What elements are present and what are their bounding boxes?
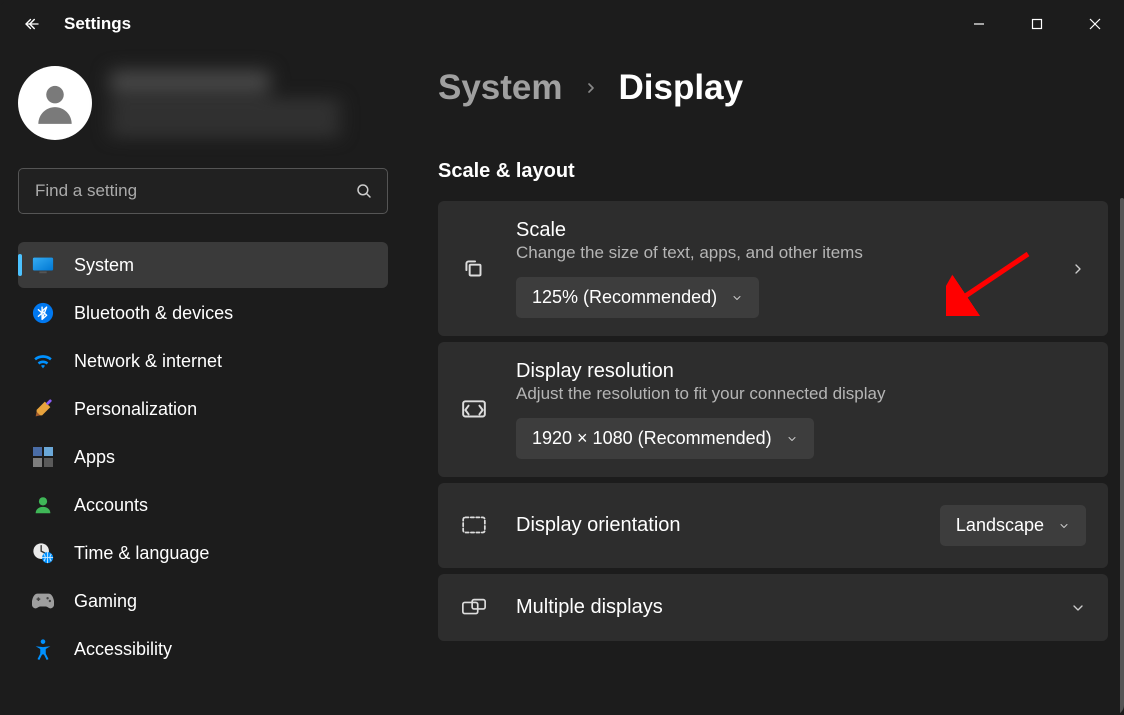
sidebar-item-label: Time & language xyxy=(74,543,209,564)
chevron-down-icon xyxy=(1070,600,1086,616)
clock-globe-icon xyxy=(32,542,54,564)
chevron-right-icon xyxy=(583,80,599,96)
section-title: Scale & layout xyxy=(438,160,1108,183)
sidebar-item-label: Network & internet xyxy=(74,351,222,372)
scale-card[interactable]: Scale Change the size of text, apps, and… xyxy=(438,201,1108,336)
sidebar-item-label: Accounts xyxy=(74,495,148,516)
resolution-icon xyxy=(460,399,488,421)
sidebar-item-accessibility[interactable]: Accessibility xyxy=(18,626,388,672)
resolution-title: Display resolution xyxy=(516,360,1086,383)
multiple-displays-icon xyxy=(460,597,488,619)
monitor-icon xyxy=(32,254,54,276)
scale-icon xyxy=(460,256,488,282)
multiple-displays-card[interactable]: Multiple displays xyxy=(438,574,1108,641)
orientation-body: Display orientation xyxy=(516,514,912,537)
sidebar-item-label: Apps xyxy=(74,447,115,468)
scale-title: Scale xyxy=(516,219,1042,242)
multiple-displays-body: Multiple displays xyxy=(516,596,1042,619)
titlebar-left: Settings xyxy=(22,14,131,34)
bluetooth-icon xyxy=(32,302,54,324)
maximize-button[interactable] xyxy=(1008,0,1066,48)
sidebar-item-label: Accessibility xyxy=(74,639,172,660)
resolution-value: 1920 × 1080 (Recommended) xyxy=(532,428,772,449)
window: Settings xyxy=(0,0,1124,715)
breadcrumb: System Display xyxy=(438,68,1108,108)
sidebar-item-system[interactable]: System xyxy=(18,242,388,288)
back-button[interactable] xyxy=(22,14,42,34)
sidebar-item-accounts[interactable]: Accounts xyxy=(18,482,388,528)
orientation-title: Display orientation xyxy=(516,514,681,537)
window-controls xyxy=(950,0,1124,48)
paintbrush-icon xyxy=(32,398,54,420)
sidebar: System Bluetooth & devices Network & int… xyxy=(0,48,406,715)
sidebar-nav: System Bluetooth & devices Network & int… xyxy=(18,242,388,672)
apps-icon xyxy=(32,446,54,468)
chevron-down-icon xyxy=(786,433,798,445)
avatar xyxy=(18,66,92,140)
wifi-icon xyxy=(32,350,54,372)
multiple-displays-title: Multiple displays xyxy=(516,596,663,619)
close-button[interactable] xyxy=(1066,0,1124,48)
sidebar-item-personalization[interactable]: Personalization xyxy=(18,386,388,432)
orientation-card[interactable]: Display orientation Landscape xyxy=(438,483,1108,568)
app-title: Settings xyxy=(64,14,131,34)
orientation-value: Landscape xyxy=(956,515,1044,536)
orientation-dropdown[interactable]: Landscape xyxy=(940,505,1086,546)
resolution-card-body: Display resolution Adjust the resolution… xyxy=(516,360,1086,459)
gamepad-icon xyxy=(32,590,54,612)
sidebar-item-gaming[interactable]: Gaming xyxy=(18,578,388,624)
resolution-dropdown[interactable]: 1920 × 1080 (Recommended) xyxy=(516,418,814,459)
search-field[interactable] xyxy=(33,180,355,202)
search-input[interactable] xyxy=(18,168,388,214)
resolution-desc: Adjust the resolution to fit your connec… xyxy=(516,384,1086,404)
titlebar: Settings xyxy=(0,0,1124,48)
scale-value: 125% (Recommended) xyxy=(532,287,717,308)
chevron-down-icon xyxy=(1058,520,1070,532)
resolution-card[interactable]: Display resolution Adjust the resolution… xyxy=(438,342,1108,477)
minimize-button[interactable] xyxy=(950,0,1008,48)
sidebar-item-network[interactable]: Network & internet xyxy=(18,338,388,384)
sidebar-item-apps[interactable]: Apps xyxy=(18,434,388,480)
chevron-down-icon xyxy=(731,292,743,304)
sidebar-item-label: Bluetooth & devices xyxy=(74,303,233,324)
orientation-icon xyxy=(460,515,488,537)
user-block[interactable] xyxy=(18,48,388,168)
scale-dropdown[interactable]: 125% (Recommended) xyxy=(516,277,759,318)
sidebar-item-label: Gaming xyxy=(74,591,137,612)
person-icon xyxy=(32,494,54,516)
search-icon xyxy=(355,182,373,200)
body: System Bluetooth & devices Network & int… xyxy=(0,48,1124,715)
sidebar-item-label: Personalization xyxy=(74,399,197,420)
scale-desc: Change the size of text, apps, and other… xyxy=(516,243,1042,263)
main-content: System Display Scale & layout Scale Chan… xyxy=(406,48,1124,715)
sidebar-item-label: System xyxy=(74,255,134,276)
chevron-right-icon xyxy=(1070,261,1086,277)
scrollbar[interactable] xyxy=(1120,198,1124,715)
breadcrumb-current: Display xyxy=(619,68,744,108)
accessibility-icon xyxy=(32,638,54,660)
sidebar-item-bluetooth[interactable]: Bluetooth & devices xyxy=(18,290,388,336)
breadcrumb-parent[interactable]: System xyxy=(438,68,563,108)
sidebar-item-time-language[interactable]: Time & language xyxy=(18,530,388,576)
scale-card-body: Scale Change the size of text, apps, and… xyxy=(516,219,1042,318)
user-info-redacted xyxy=(110,71,388,135)
